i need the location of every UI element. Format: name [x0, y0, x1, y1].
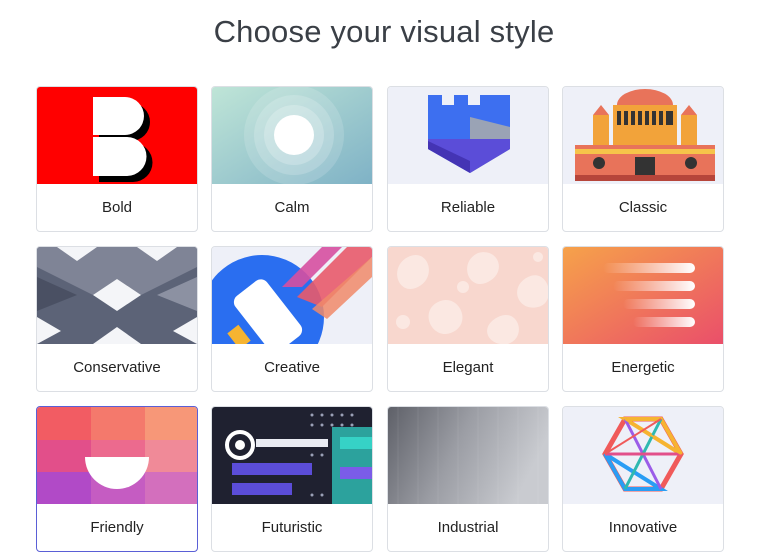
style-card-reliable[interactable]: Reliable [387, 86, 549, 232]
style-label: Conservative [73, 359, 161, 376]
style-label: Elegant [442, 359, 494, 376]
style-card-bold[interactable]: Bold [36, 86, 198, 232]
style-label: Futuristic [261, 519, 323, 536]
style-label: Innovative [608, 519, 678, 536]
style-card-energetic[interactable]: Energetic [562, 246, 724, 392]
style-card-innovative[interactable]: Innovative [562, 406, 724, 552]
conservative-thumbnail [37, 247, 197, 344]
elegant-thumbnail [388, 247, 548, 344]
style-card-calm[interactable]: Calm [211, 86, 373, 232]
style-label: Calm [274, 199, 310, 216]
style-label: Bold [101, 199, 133, 216]
creative-thumbnail [212, 247, 372, 344]
page-title: Choose your visual style [213, 14, 555, 49]
industrial-thumbnail [388, 407, 548, 504]
style-label: Classic [618, 199, 668, 216]
style-card-industrial[interactable]: Industrial [387, 406, 549, 552]
calm-thumbnail [212, 87, 372, 184]
style-card-friendly[interactable]: Friendly [36, 406, 198, 552]
style-card-classic[interactable]: Classic [562, 86, 724, 232]
style-card-conservative[interactable]: Conservative [36, 246, 198, 392]
style-label: Friendly [90, 519, 144, 536]
innovative-thumbnail [563, 407, 723, 504]
classic-thumbnail [563, 87, 723, 184]
style-label: Creative [264, 359, 320, 376]
reliable-thumbnail [388, 87, 548, 184]
style-label: Energetic [611, 359, 675, 376]
style-card-elegant[interactable]: Elegant [387, 246, 549, 392]
style-card-futuristic[interactable]: Futuristic [211, 406, 373, 552]
friendly-thumbnail [37, 407, 197, 504]
bold-thumbnail [37, 87, 197, 184]
style-label: Industrial [437, 519, 499, 536]
futuristic-thumbnail [212, 407, 372, 504]
energetic-thumbnail [563, 247, 723, 344]
style-label: Reliable [440, 199, 496, 216]
style-card-creative[interactable]: Creative [211, 246, 373, 392]
